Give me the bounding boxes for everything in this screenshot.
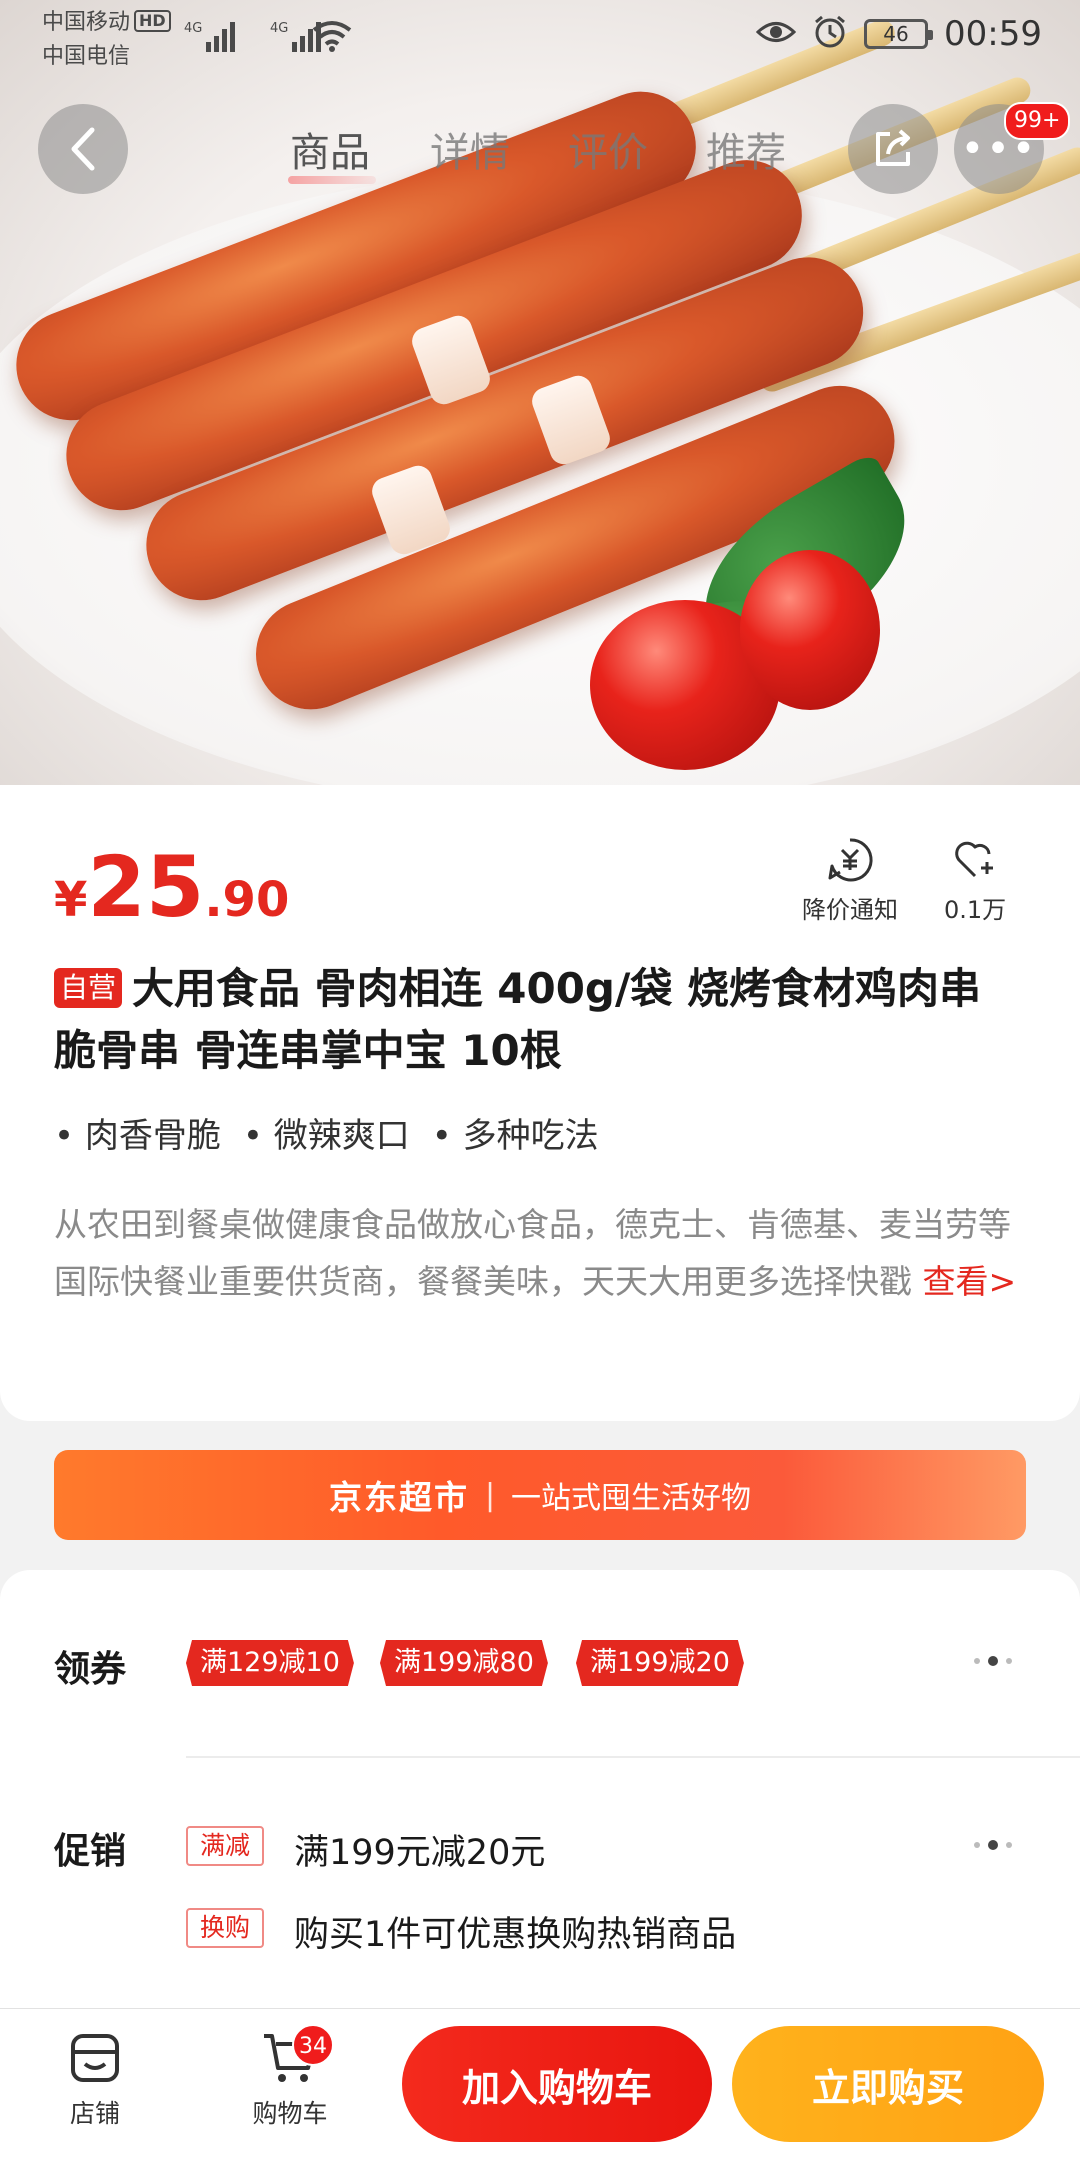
tab-product[interactable]: 商品	[290, 120, 370, 178]
message-badge: 99+	[1004, 102, 1071, 140]
product-tag: • 肉香骨脆	[54, 1116, 221, 1156]
store-button[interactable]: 店铺	[60, 2030, 130, 2130]
price-alert-icon	[828, 838, 873, 882]
self-operated-badge: 自营	[54, 968, 123, 1008]
store-label: 店铺	[69, 2099, 120, 2128]
promo-tag: 换购	[186, 1908, 265, 1948]
view-more-link[interactable]: 查看>	[923, 1262, 1017, 1301]
price-integer: 25	[87, 838, 205, 936]
product-title-text: 大用食品 骨肉相连 400g/袋 烧烤食材鸡肉串 脆骨串 骨连串掌中宝 10根	[54, 964, 981, 1075]
price-symbol: ¥	[54, 872, 88, 928]
banner-separator: |	[484, 1477, 496, 1513]
promo-more-icon[interactable]	[974, 1840, 1012, 1850]
cart-label: 购物车	[252, 2099, 328, 2128]
product-description: 从农田到餐桌做健康食品做放心食品，德克士、肯德基、麦当劳等国际快餐业重要供货商，…	[54, 1196, 1034, 1310]
promo-text: 满199元减20元	[294, 1833, 546, 1873]
banner-store-name: 京东超市	[328, 1478, 469, 1517]
promotion-label: 促销	[54, 1831, 127, 1872]
coupon-tag[interactable]: 满199减80	[380, 1640, 548, 1686]
product-title: 自营 大用食品 骨肉相连 400g/袋 烧烤食材鸡肉串 脆骨串 骨连串掌中宝 10…	[54, 958, 1034, 1082]
store-icon	[71, 2034, 119, 2082]
wifi-icon	[312, 20, 352, 56]
tab-details[interactable]: 详情	[430, 120, 510, 178]
product-price: ¥25.90	[54, 838, 289, 936]
coupon-label: 领券	[54, 1649, 127, 1690]
product-tag: • 多种吃法	[431, 1116, 599, 1156]
price-alert-button[interactable]: 降价通知	[802, 836, 898, 925]
share-button[interactable]	[848, 104, 938, 194]
promo-text: 购买1件可优惠换购热销商品	[294, 1915, 737, 1955]
signal-icon: 4G	[184, 18, 244, 58]
heart-plus-icon	[955, 841, 994, 878]
tomato	[740, 550, 880, 710]
jd-supermarket-banner[interactable]: 京东超市 | 一站式囤生活好物	[54, 1450, 1026, 1540]
price-alert-label: 降价通知	[802, 896, 898, 924]
status-time: 00:59	[944, 14, 1042, 54]
alarm-icon	[812, 14, 848, 54]
share-icon	[876, 129, 910, 166]
divider	[186, 1756, 1080, 1758]
status-bar: 中国移动 HD 中国电信 4G 4G 46 00:59	[0, 0, 1080, 80]
buy-now-button[interactable]: 立即购买	[732, 2026, 1044, 2142]
hd-badge: HD	[134, 10, 171, 32]
description-text: 从农田到餐桌做健康食品做放心食品，德克士、肯德基、麦当劳等国际快餐业重要供货商，…	[54, 1205, 1011, 1301]
svg-text:4G: 4G	[270, 21, 288, 36]
eye-icon	[755, 17, 797, 51]
carrier-1: 中国移动	[42, 10, 131, 35]
carrier-2: 中国电信	[42, 44, 131, 69]
tab-reviews[interactable]: 评价	[568, 120, 648, 178]
coupon-more-icon[interactable]	[974, 1656, 1012, 1666]
favorite-count: 0.1万	[944, 896, 1007, 924]
coupon-tag[interactable]: 满199减20	[576, 1640, 744, 1686]
product-tag: • 微辣爽口	[242, 1116, 410, 1156]
product-tags: • 肉香骨脆 • 微辣爽口 • 多种吃法	[54, 1108, 599, 1157]
battery-icon: 46	[864, 19, 934, 49]
add-to-cart-button[interactable]: 加入购物车	[402, 2026, 712, 2142]
promo-tag: 满减	[186, 1826, 265, 1866]
svg-text:4G: 4G	[184, 21, 202, 36]
tab-recommend[interactable]: 推荐	[706, 120, 786, 178]
cart-count-badge: 34	[292, 2024, 334, 2066]
favorite-button[interactable]: 0.1万	[944, 836, 1006, 925]
price-decimal: .90	[204, 872, 290, 928]
banner-slogan: 一站式囤生活好物	[511, 1481, 752, 1516]
active-tab-indicator	[288, 176, 376, 184]
coupon-tag[interactable]: 满129减10	[186, 1640, 354, 1686]
more-icon: •••	[960, 126, 1038, 172]
carrier-info: 中国移动 HD 中国电信	[42, 6, 171, 74]
